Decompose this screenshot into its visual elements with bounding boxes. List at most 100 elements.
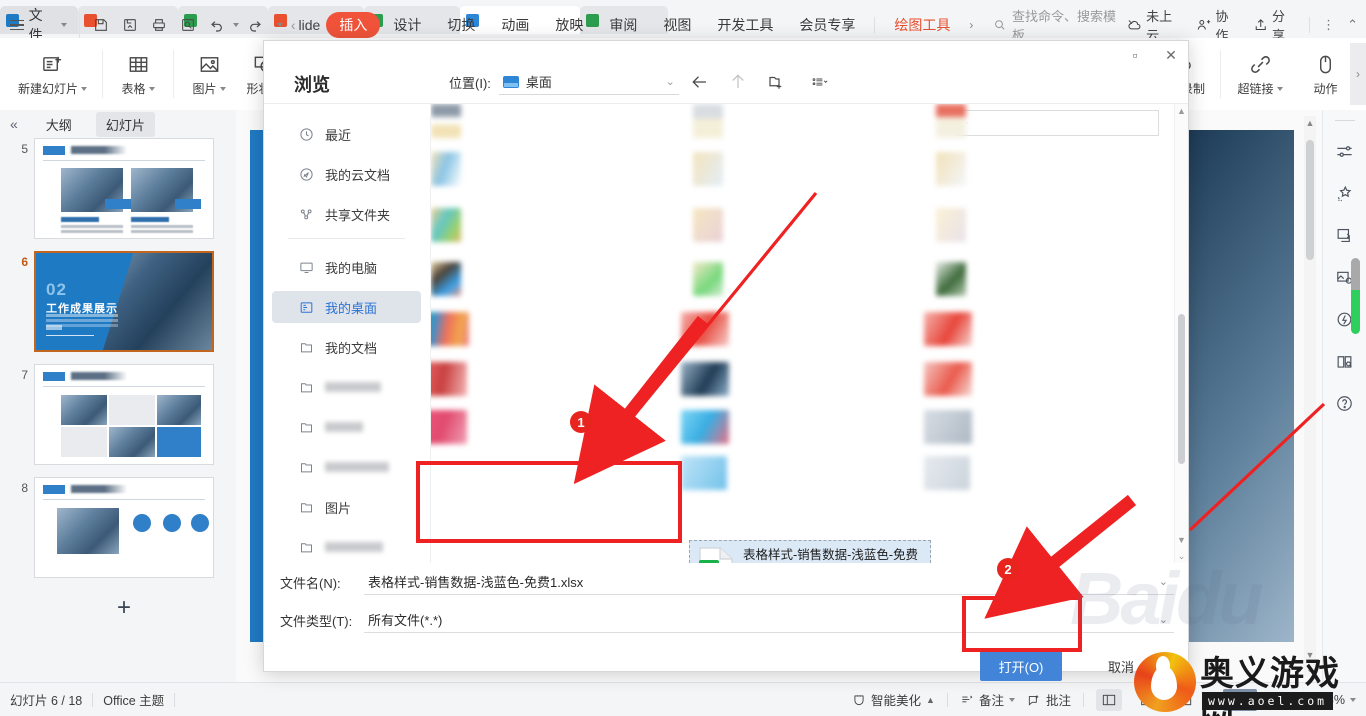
rail-progress-indicator[interactable] [1351,258,1360,334]
file-item[interactable] [924,456,1120,490]
sidebar-item-pictures[interactable]: 图片 [272,491,421,523]
file-item[interactable] [936,208,1036,242]
file-item[interactable] [924,410,1132,444]
ribbon-tab-review[interactable]: 审阅 [596,12,650,38]
sidebar-item-recent[interactable]: 最近 [272,118,421,150]
file-item[interactable] [693,104,811,138]
sidebar-item-folder[interactable] [272,451,421,483]
sidebar-item-cloud-docs[interactable]: 我的云文档 [272,158,421,190]
ribbon-tab-design[interactable]: 设计 [380,12,434,38]
settings-sliders-icon[interactable] [1331,137,1359,165]
thumbnail-item[interactable]: 7 [6,364,236,465]
file-item[interactable] [431,362,621,396]
hyperlink-button[interactable]: 超链接 [1224,49,1296,99]
close-icon[interactable]: ✕ [1160,45,1182,65]
file-item[interactable] [431,152,533,186]
open-button[interactable]: 打开(O) [980,651,1062,681]
slide-thumbnail[interactable] [34,477,214,578]
ribbon-tab-member[interactable]: 会员专享 [786,12,868,38]
file-item[interactable] [936,262,1032,296]
new-slide-button[interactable]: 新建幻灯片 [11,49,94,99]
collapse-panel-icon[interactable]: « [6,116,22,132]
ribbon-tab-drawing-tools[interactable]: 绘图工具 [881,12,963,38]
collapse-ribbon-icon[interactable]: ⌃ [1347,17,1358,33]
magic-star-icon[interactable] [1331,179,1359,207]
scrollbar-thumb[interactable] [1178,314,1185,464]
file-item[interactable] [936,152,1038,186]
location-select[interactable]: 桌面 ⌄ [498,69,679,95]
transform-icon[interactable] [1331,221,1359,249]
file-item[interactable] [681,362,879,396]
slide-thumbnail[interactable] [34,138,214,239]
chevron-down-icon[interactable]: ⌄ [666,75,675,88]
file-item[interactable] [681,456,843,490]
thumbnail-list[interactable]: 5 6 02 工作成果展示 7 8 + [0,138,236,682]
panel-tab-outline[interactable]: 大纲 [36,112,82,137]
scrollbar-thumb[interactable] [1306,140,1314,260]
beautify-button[interactable]: 智能美化 ▲ [852,690,935,709]
maximize-icon[interactable]: ▫ [1124,45,1146,65]
ribbon-tab-insert[interactable]: 插入 [326,12,381,38]
file-browser-list[interactable]: S 表格样式-销售数据-浅蓝色-免费1.xlsx XLSX 工作表 [430,104,1188,563]
save-icon[interactable] [88,12,114,38]
thumbnail-item[interactable]: 5 [6,138,236,239]
undo-dropdown-icon[interactable] [232,23,239,27]
thumbnail-item-selected[interactable]: 6 02 工作成果展示 [6,251,236,352]
back-icon[interactable] [689,71,711,93]
file-list-scrollbar[interactable]: ▲ ▼ ⌄ [1174,104,1188,563]
ribbon-overflow-icon[interactable]: › [1350,43,1366,105]
selected-file-item[interactable]: S 表格样式-销售数据-浅蓝色-免费1.xlsx XLSX 工作表 [689,540,931,563]
file-item[interactable] [681,410,865,444]
table-button[interactable]: 表格 [111,49,165,99]
file-item[interactable] [431,262,537,296]
view-mode-icon[interactable] [803,71,837,93]
help-icon[interactable] [1331,389,1359,417]
file-item[interactable] [431,208,523,242]
sidebar-item-folder[interactable] [272,371,421,403]
more-options-icon[interactable]: ⋮ [1322,17,1335,33]
up-icon[interactable] [727,71,749,93]
file-item[interactable] [936,104,1048,138]
sidebar-item-my-computer[interactable]: 我的电脑 [272,251,421,283]
customize-toolbar-icon[interactable] [276,23,283,27]
browse-dialog[interactable]: ▫ ✕ 浏览 位置(I): 桌面 ⌄ 最近 我的云文档 共享文件夹 我的电脑 我… [263,40,1189,681]
print-icon[interactable] [146,12,172,38]
print-preview-icon[interactable] [175,12,201,38]
file-item[interactable] [693,208,803,242]
ribbon-tab-developer[interactable]: 开发工具 [704,12,786,38]
read-check-icon[interactable] [1331,347,1359,375]
undo-icon[interactable] [204,12,230,38]
ribbon-tab-transition[interactable]: 切换 [434,12,488,38]
scroll-up-icon[interactable]: ▲ [1175,104,1188,118]
scroll-down-icon[interactable]: ▼ [1175,533,1188,547]
sidebar-item-folder[interactable] [272,531,421,563]
file-item[interactable] [681,312,889,346]
normal-view-icon[interactable] [1095,688,1122,711]
slide-thumbnail[interactable] [34,364,214,465]
ribbon-tab-view[interactable]: 视图 [650,12,704,38]
filename-input[interactable]: 表格样式-销售数据-浅蓝色-免费1.xlsx ⌄ [364,569,1174,595]
sidebar-item-my-desktop[interactable]: 我的桌面 [272,291,421,323]
add-slide-button[interactable]: + [34,590,214,626]
file-menu-button[interactable]: 文件 [0,7,75,43]
file-item[interactable] [431,312,611,346]
file-item[interactable] [431,410,595,444]
file-item[interactable] [693,152,819,186]
sidebar-item-my-documents[interactable]: 我的文档 [272,331,421,363]
save-as-icon[interactable] [117,12,143,38]
scroll-up-icon[interactable]: ▲ [1304,116,1316,130]
file-item[interactable] [431,104,563,138]
filetype-select[interactable]: 所有文件(*.*) ⌄ [364,607,1174,633]
ribbon-tab-animation[interactable]: 动画 [488,12,542,38]
comments-button[interactable]: 批注 [1027,690,1071,709]
redo-icon[interactable] [242,12,268,38]
ribbon-tab-scroll-left[interactable]: ‹ lide [289,12,326,38]
action-button[interactable]: 动作 [1296,49,1350,99]
panel-tab-slides[interactable]: 幻灯片 [95,111,155,137]
ribbon-tab-scroll-right[interactable]: › [963,18,979,32]
sidebar-item-shared-folder[interactable]: 共享文件夹 [272,198,421,230]
notes-button[interactable]: 备注 [960,690,1015,709]
new-folder-icon[interactable] [765,71,787,93]
slide-thumbnail[interactable]: 02 工作成果展示 [34,251,214,352]
file-item[interactable] [924,312,1160,346]
